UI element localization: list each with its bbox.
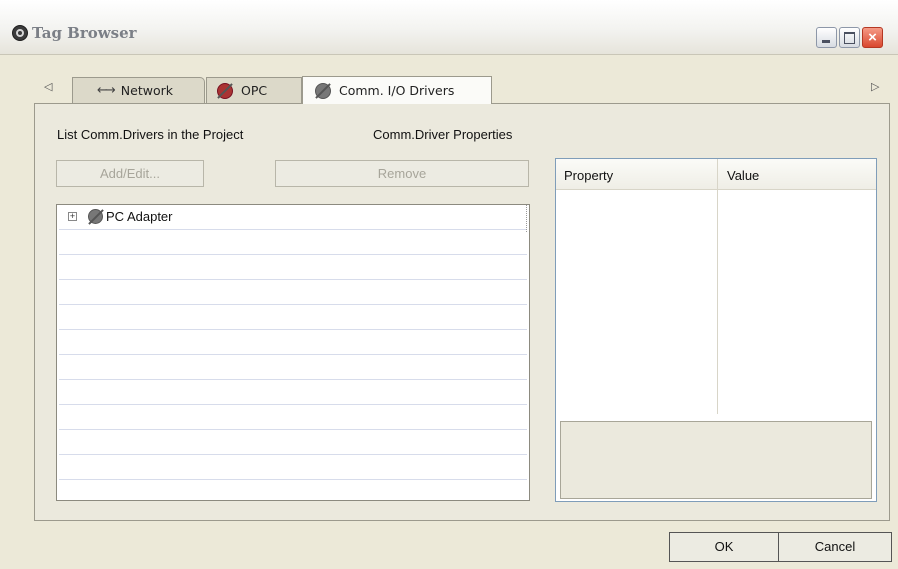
maximize-button[interactable] [839, 27, 860, 48]
tree-empty-row [59, 355, 527, 380]
column-header-value[interactable]: Value [727, 168, 759, 183]
remove-button[interactable]: Remove [275, 160, 529, 187]
expand-icon[interactable]: + [68, 212, 77, 221]
properties-header: Property Value [556, 159, 876, 190]
tree-empty-row [59, 230, 527, 255]
tree-empty-row [59, 405, 527, 430]
tree-item-label: PC Adapter [106, 209, 173, 224]
property-description-box [560, 421, 872, 499]
title-bar[interactable]: Tag Browser × [0, 0, 898, 55]
driver-properties-heading: Comm.Driver Properties [373, 127, 513, 142]
minimize-button[interactable] [816, 27, 837, 48]
tree-empty-row [59, 480, 527, 500]
close-button[interactable]: × [862, 27, 883, 48]
column-divider[interactable] [717, 159, 718, 414]
driver-plug-icon [315, 82, 331, 99]
tree-item-pc-adapter[interactable]: + PC Adapter [59, 205, 527, 230]
close-icon: × [868, 29, 877, 46]
tree-empty-row [59, 330, 527, 355]
tree-empty-row [59, 305, 527, 330]
cancel-button[interactable]: Cancel [778, 532, 892, 562]
tab-scroll-left-icon[interactable]: ◁ [44, 80, 52, 93]
column-header-property[interactable]: Property [564, 168, 613, 183]
drivers-list-heading: List Comm.Drivers in the Project [57, 127, 244, 142]
drivers-tree[interactable]: + PC Adapter [56, 204, 530, 501]
opc-plug-icon [217, 82, 233, 99]
app-icon [12, 25, 28, 41]
driver-plug-icon [88, 209, 103, 224]
add-edit-button[interactable]: Add/Edit... [56, 160, 204, 187]
window-title: Tag Browser [32, 24, 137, 42]
tab-scroll-right-icon[interactable]: ▷ [871, 80, 879, 93]
tab-comm-io-drivers-label: Comm. I/O Drivers [339, 83, 455, 98]
tree-empty-row [59, 455, 527, 480]
network-arrows-icon: ←→ [97, 83, 116, 98]
tree-divider [526, 205, 528, 232]
ok-button[interactable]: OK [669, 532, 779, 562]
tab-opc[interactable]: OPC [206, 77, 302, 103]
tab-opc-label: OPC [241, 83, 268, 98]
tree-empty-row [59, 280, 527, 305]
tree-empty-row [59, 430, 527, 455]
tab-network[interactable]: ←→ Network [72, 77, 205, 103]
tree-empty-row [59, 255, 527, 280]
tree-empty-row [59, 380, 527, 405]
tab-panel: List Comm.Drivers in the Project Comm.Dr… [34, 103, 890, 521]
tab-network-label: Network [120, 83, 173, 98]
properties-grid[interactable]: Property Value [555, 158, 877, 502]
tab-comm-io-drivers[interactable]: Comm. I/O Drivers [302, 76, 492, 104]
